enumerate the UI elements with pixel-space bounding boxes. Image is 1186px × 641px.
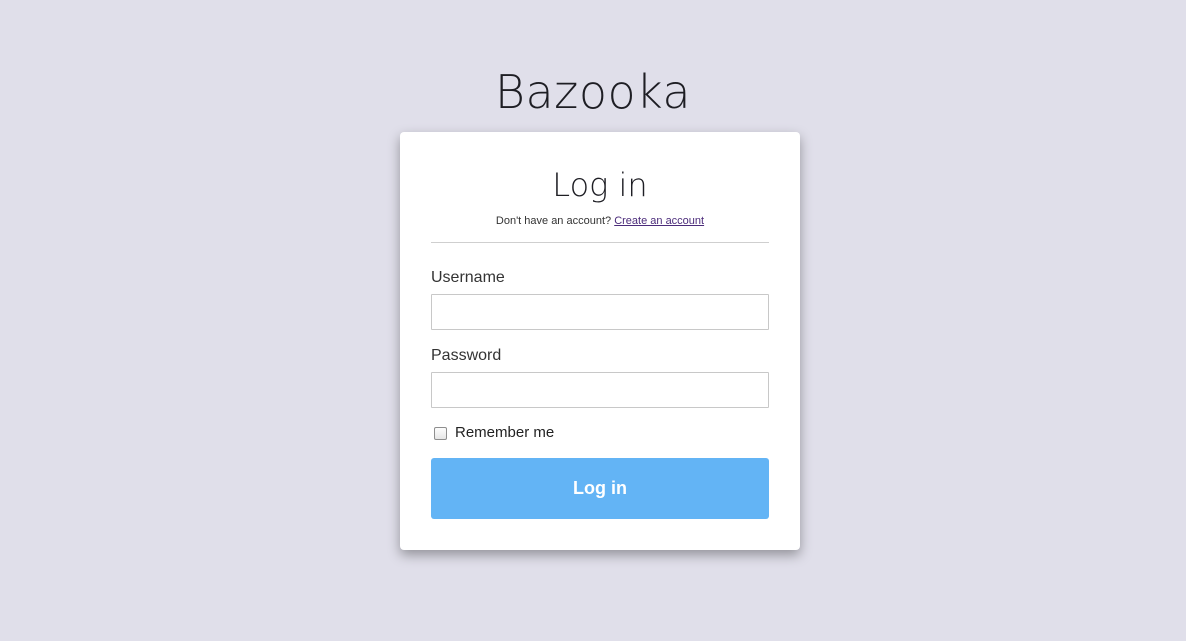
create-account-link[interactable]: Create an account	[614, 215, 704, 227]
username-label: Username	[431, 269, 505, 286]
divider	[431, 242, 769, 243]
login-button[interactable]: Log in	[431, 458, 769, 519]
login-title: Log in	[552, 166, 648, 204]
login-card: Log in Don't have an account? Create an …	[400, 132, 800, 550]
signup-prompt-line: Don't have an account? Create an account	[400, 214, 800, 228]
app-title: Bazooka	[494, 65, 692, 119]
remember-me-label[interactable]: Remember me	[455, 424, 554, 442]
password-input[interactable]	[431, 372, 769, 408]
remember-me-row: Remember me	[434, 424, 554, 442]
signup-prompt-text: Don't have an account?	[495, 215, 612, 227]
remember-me-checkbox[interactable]	[434, 426, 447, 440]
username-input[interactable]	[431, 294, 769, 330]
password-label: Password	[431, 347, 502, 364]
